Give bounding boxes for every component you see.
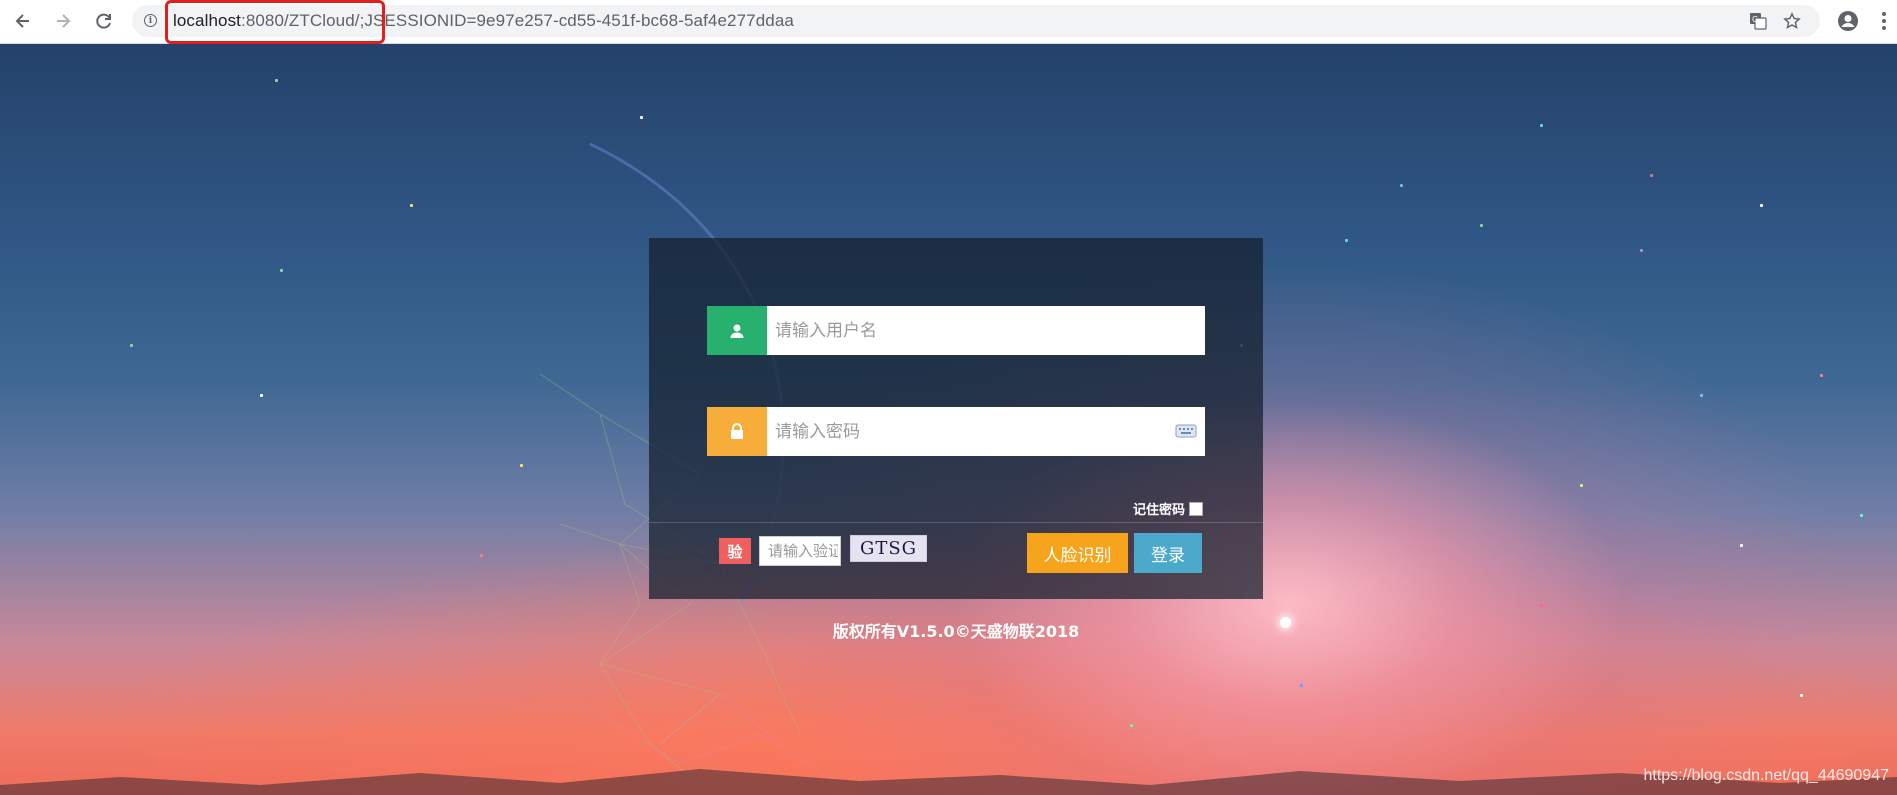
url-highlight-box	[165, 0, 385, 44]
glowing-orb-decoration	[1280, 617, 1291, 628]
login-panel: 记住密码 验 GTSG 人脸识别 登录	[649, 238, 1263, 599]
forward-arrow-icon[interactable]	[50, 8, 76, 34]
login-page-background: 记住密码 验 GTSG 人脸识别 登录 版权所有V1.5.0©天盛物联2018 …	[0, 44, 1897, 795]
captcha-image[interactable]: GTSG	[850, 535, 927, 562]
info-icon[interactable]: i	[144, 14, 157, 27]
watermark-text: https://blog.csdn.net/qq_44690947	[1643, 767, 1889, 784]
remember-password-label: 记住密码	[1132, 503, 1185, 518]
verify-badge: 验	[719, 538, 751, 564]
panel-divider	[649, 522, 1263, 523]
username-input[interactable]	[767, 306, 1205, 355]
browser-toolbar: i localhost:8080/ZTCloud/;JSESSIONID=9e9…	[0, 0, 1897, 44]
password-field	[707, 407, 1205, 456]
face-recognition-button[interactable]: 人脸识别	[1027, 533, 1128, 573]
copyright-text: 版权所有V1.5.0©天盛物联2018	[832, 622, 1080, 641]
reload-icon[interactable]	[91, 8, 117, 34]
login-button[interactable]: 登录	[1134, 533, 1202, 573]
captcha-input[interactable]	[759, 536, 841, 566]
mountain-silhouette	[0, 769, 1897, 795]
account-icon[interactable]	[1836, 9, 1860, 33]
keyboard-icon[interactable]	[1175, 423, 1197, 443]
menu-dots-icon[interactable]	[1872, 9, 1896, 33]
svg-text:G: G	[1752, 15, 1758, 24]
lock-icon	[707, 407, 767, 456]
remember-password-checkbox[interactable]	[1189, 501, 1203, 516]
back-arrow-icon[interactable]	[10, 8, 36, 34]
translate-icon[interactable]: G	[1746, 9, 1770, 33]
address-bar[interactable]: i localhost:8080/ZTCloud/;JSESSIONID=9e9…	[132, 5, 1820, 37]
password-input[interactable]	[767, 407, 1205, 456]
star-icon[interactable]	[1780, 9, 1804, 33]
username-field	[707, 306, 1205, 355]
user-icon	[707, 306, 767, 355]
remember-password[interactable]: 记住密码	[1133, 499, 1203, 518]
